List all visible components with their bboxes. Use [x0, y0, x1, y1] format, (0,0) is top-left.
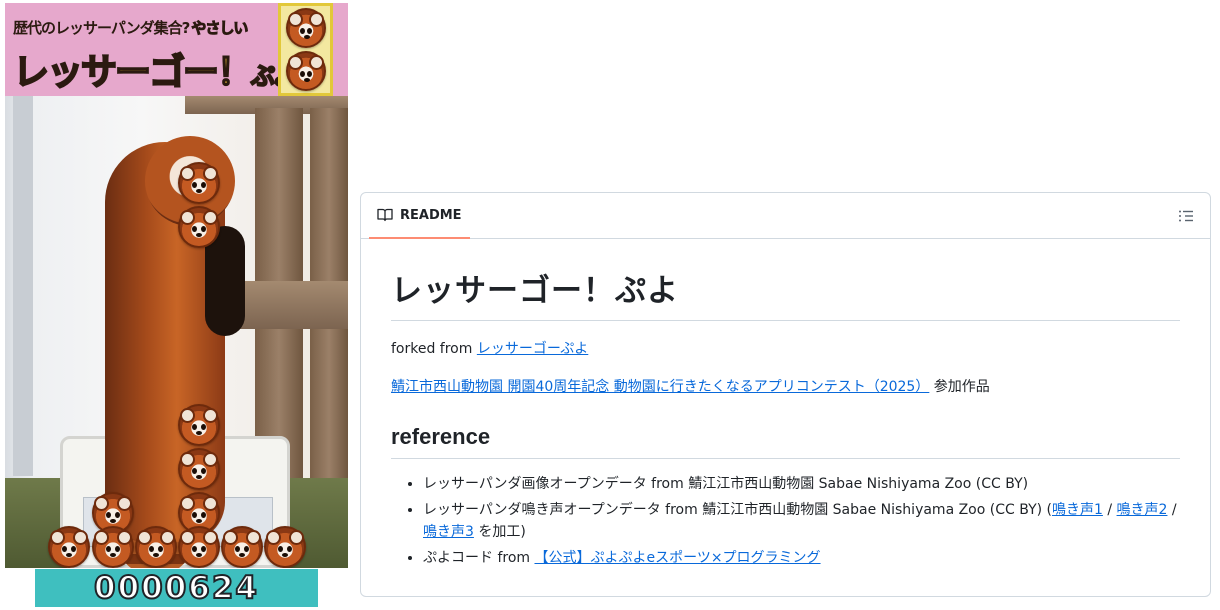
game-title-main: レッサーゴー！: [12, 51, 254, 94]
list-item: ぷよコード from 【公式】ぷよぷよeスポーツ×プログラミング: [423, 547, 1180, 569]
puyo-code-link[interactable]: 【公式】ぷよぷよeスポーツ×プログラミング: [534, 550, 820, 566]
red-panda-puyo-icon: [178, 206, 220, 248]
red-panda-puyo-icon: [285, 51, 326, 92]
list-item: レッサーパンダ画像オープンデータ from 鯖江江市西山動物園 Sabae Ni…: [423, 473, 1180, 495]
voice-separator: /: [1167, 502, 1177, 518]
forked-from-line: forked from レッサーゴーぷよ: [391, 339, 1180, 359]
red-panda-puyo-icon: [178, 526, 220, 568]
tab-readme[interactable]: README: [369, 193, 470, 239]
next-puyo-preview: [278, 3, 333, 96]
book-icon: [377, 208, 393, 222]
game-header: 歴代のレッサーパンダ集合? やさしい レッサーゴー！ぷよ: [5, 3, 348, 96]
contest-suffix: 参加作品: [933, 379, 990, 395]
readme-body: レッサーゴー！ぷよ forked from レッサーゴーぷよ 鯖江市西山動物園 …: [361, 239, 1210, 569]
voice-link-2[interactable]: 鳴き声2: [1117, 502, 1168, 518]
score-bar: 0000624: [35, 569, 318, 607]
forked-from-text: forked from: [391, 341, 473, 357]
list-item: レッサーパンダ鳴き声オープンデータ from 鯖江江市西山動物園 Sabae N…: [423, 499, 1180, 543]
contest-line: 鯖江市西山動物園 開園40周年記念 動物園に行きたくなるアプリコンテスト（202…: [391, 377, 1180, 397]
reference-heading: reference: [391, 424, 1180, 459]
contest-link[interactable]: 鯖江市西山動物園 開園40周年記念 動物園に行きたくなるアプリコンテスト（202…: [391, 379, 929, 395]
game-field[interactable]: [5, 96, 348, 568]
red-panda-puyo-icon: [264, 526, 306, 568]
reference-voice-data: レッサーパンダ鳴き声オープンデータ from 鯖江江市西山動物園 Sabae N…: [423, 502, 1052, 518]
forked-source-link[interactable]: レッサーゴーぷよ: [477, 341, 588, 357]
reference-image-data: レッサーパンダ画像オープンデータ from 鯖江江市西山動物園 Sabae Ni…: [423, 476, 1029, 492]
voice-link-1[interactable]: 鳴き声1: [1052, 502, 1103, 518]
readme-header: README: [361, 193, 1210, 239]
red-panda-puyo-icon: [48, 526, 90, 568]
red-panda-puyo-icon: [285, 7, 326, 48]
game-subtitle-main: 歴代のレッサーパンダ集合?: [13, 19, 190, 37]
red-panda-puyo-icon: [92, 526, 134, 568]
tab-readme-label: README: [400, 207, 462, 223]
game-logo-title: レッサーゴー！ぷよ: [12, 43, 298, 95]
score-value: 0000624: [93, 569, 259, 607]
red-panda-puyo-icon: [178, 448, 220, 490]
game-subtitle-accent: やさしい: [191, 19, 249, 38]
red-panda-puyo-icon: [135, 526, 177, 568]
table-of-contents-icon[interactable]: [1178, 208, 1194, 224]
voice-link-3[interactable]: 鳴き声3: [423, 524, 474, 540]
reference-code-text: ぷよコード from: [423, 550, 535, 566]
game-subtitle: 歴代のレッサーパンダ集合? やさしい: [13, 17, 249, 38]
voice-separator: /: [1102, 502, 1117, 518]
puyo-game-panel[interactable]: 歴代のレッサーパンダ集合? やさしい レッサーゴー！ぷよ 0000624: [5, 3, 348, 607]
readme-panel: README レッサーゴー！ぷよ forked from レッサーゴーぷよ 鯖江…: [360, 192, 1211, 597]
voice-suffix: を加工): [473, 524, 526, 540]
readme-title: レッサーゴー！ぷよ: [391, 265, 1180, 321]
red-panda-puyo-icon: [178, 404, 220, 446]
red-panda-puyo-icon: [221, 526, 263, 568]
red-panda-puyo-icon: [178, 162, 220, 204]
reference-list: レッサーパンダ画像オープンデータ from 鯖江江市西山動物園 Sabae Ni…: [391, 473, 1180, 569]
